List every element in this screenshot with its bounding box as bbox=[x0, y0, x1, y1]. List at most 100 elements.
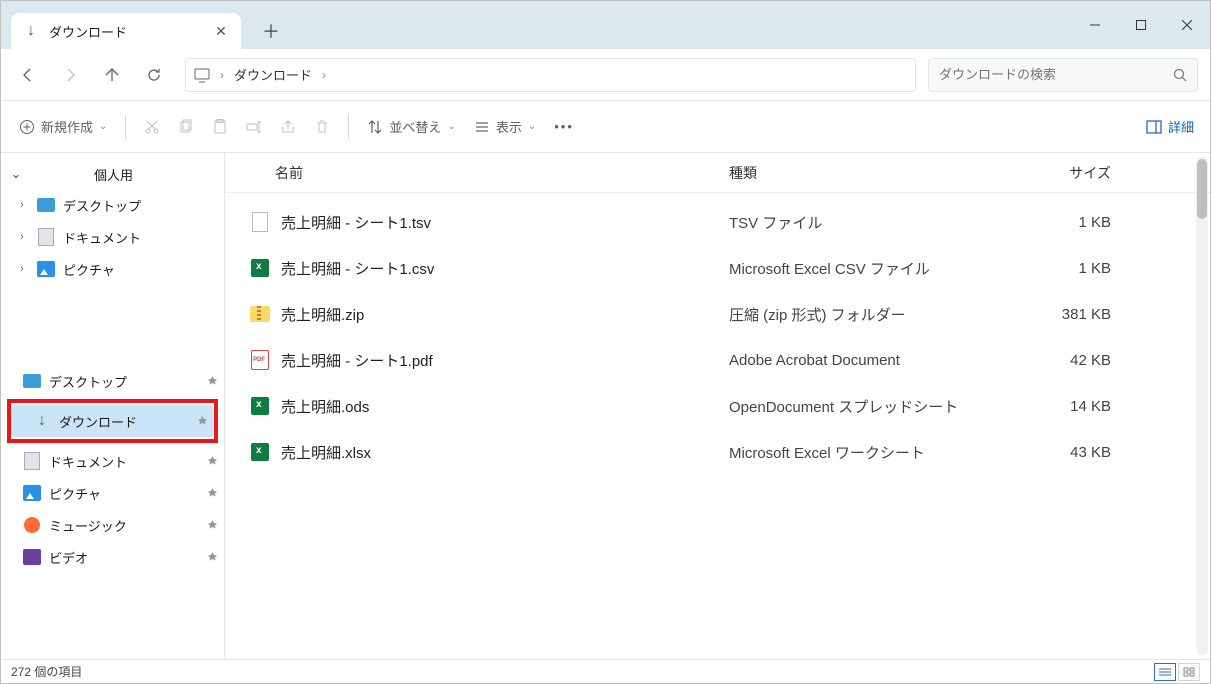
pin-icon bbox=[207, 488, 218, 499]
file-type: Microsoft Excel ワークシート bbox=[729, 442, 1019, 463]
clipboard-icon bbox=[212, 119, 228, 135]
sidebar-quick-music[interactable]: ミュージック bbox=[1, 509, 224, 541]
sidebar-section-personal[interactable]: ⌄ 個人用 bbox=[1, 159, 224, 189]
window-controls bbox=[1072, 1, 1210, 49]
ellipsis-icon: ••• bbox=[554, 119, 574, 134]
desktop-icon bbox=[37, 198, 55, 212]
item-count-label: 272 個の項目 bbox=[11, 663, 82, 680]
new-button[interactable]: 新規作成 ⌄ bbox=[11, 109, 115, 145]
sidebar-item-label: ドキュメント bbox=[63, 228, 141, 247]
paste-button[interactable] bbox=[204, 109, 236, 145]
search-input[interactable] bbox=[939, 67, 1173, 82]
add-tab-button[interactable]: ＋ bbox=[253, 13, 289, 49]
chevron-down-icon: ⌄ bbox=[447, 121, 455, 132]
sidebar-item-label: ミュージック bbox=[49, 516, 127, 535]
close-window-button[interactable] bbox=[1164, 1, 1210, 49]
sidebar-quick-picture[interactable]: ピクチャ bbox=[1, 477, 224, 509]
sidebar-item-label: デスクトップ bbox=[49, 372, 127, 391]
video-icon bbox=[23, 549, 41, 565]
sidebar-quick-desktop[interactable]: デスクトップ bbox=[1, 365, 224, 397]
chevron-right-icon: › bbox=[15, 231, 29, 243]
breadcrumb-item[interactable]: ダウンロード bbox=[234, 65, 312, 84]
pin-icon bbox=[207, 520, 218, 531]
details-pane-button[interactable]: 詳細 bbox=[1140, 117, 1200, 136]
sort-button-label: 並べ替え bbox=[389, 117, 441, 136]
plus-circle-icon bbox=[19, 119, 35, 135]
file-row[interactable]: 売上明細.odsOpenDocument スプレッドシート14 KB bbox=[249, 383, 1186, 429]
refresh-button[interactable] bbox=[135, 56, 173, 94]
file-row[interactable]: 売上明細 - シート1.csvMicrosoft Excel CSV ファイル1… bbox=[249, 245, 1186, 291]
file-name: 売上明細.ods bbox=[281, 396, 729, 417]
delete-button[interactable] bbox=[306, 109, 338, 145]
sort-button[interactable]: 並べ替え ⌄ bbox=[359, 109, 463, 145]
sidebar-item-label: ビデオ bbox=[49, 548, 88, 567]
copy-icon bbox=[178, 119, 194, 135]
breadcrumb[interactable]: › ダウンロード › bbox=[185, 58, 916, 92]
file-icon bbox=[252, 212, 268, 232]
scissors-icon bbox=[144, 119, 160, 135]
excel-icon bbox=[251, 443, 269, 461]
file-row[interactable]: 売上明細.xlsxMicrosoft Excel ワークシート43 KB bbox=[249, 429, 1186, 475]
file-type: Adobe Acrobat Document bbox=[729, 352, 1019, 369]
file-row[interactable]: 売上明細.zip圧縮 (zip 形式) フォルダー381 KB bbox=[249, 291, 1186, 337]
navigation-sidebar: ⌄ 個人用 ›デスクトップ›ドキュメント›ピクチャ デスクトップ↓ダウンロードド… bbox=[1, 153, 225, 659]
separator bbox=[348, 115, 349, 139]
cut-button[interactable] bbox=[136, 109, 168, 145]
search-box[interactable] bbox=[928, 58, 1198, 92]
download-icon: ↓ bbox=[38, 412, 46, 430]
up-button[interactable] bbox=[93, 56, 131, 94]
minimize-button[interactable] bbox=[1072, 1, 1118, 49]
file-row[interactable]: 売上明細 - シート1.pdfAdobe Acrobat Document42 … bbox=[249, 337, 1186, 383]
file-size: 1 KB bbox=[1019, 214, 1119, 231]
file-type: OpenDocument スプレッドシート bbox=[729, 396, 1019, 417]
sidebar-item-picture[interactable]: ›ピクチャ bbox=[9, 253, 224, 285]
file-type: 圧縮 (zip 形式) フォルダー bbox=[729, 304, 1019, 325]
thumbnails-view-toggle[interactable] bbox=[1178, 663, 1200, 681]
window-tab[interactable]: ↓ ダウンロード ✕ bbox=[11, 13, 241, 49]
scrollbar-thumb[interactable] bbox=[1197, 159, 1207, 219]
excel-icon bbox=[251, 397, 269, 415]
sidebar-item-desktop[interactable]: ›デスクトップ bbox=[9, 189, 224, 221]
file-list-area: 名前 種類 サイズ 売上明細 - シート1.tsvTSV ファイル1 KB売上明… bbox=[225, 153, 1210, 659]
navigation-bar: › ダウンロード › bbox=[1, 49, 1210, 101]
column-headers: 名前 種類 サイズ bbox=[225, 153, 1210, 193]
back-button[interactable] bbox=[9, 56, 47, 94]
chevron-right-icon: › bbox=[220, 68, 224, 82]
picture-icon bbox=[37, 261, 55, 277]
file-type: Microsoft Excel CSV ファイル bbox=[729, 258, 1019, 279]
column-header-type[interactable]: 種類 bbox=[729, 163, 1019, 183]
zip-folder-icon bbox=[250, 306, 270, 322]
file-size: 42 KB bbox=[1019, 352, 1119, 369]
file-name: 売上明細 - シート1.tsv bbox=[281, 212, 729, 233]
column-header-name[interactable]: 名前 bbox=[249, 163, 729, 183]
sidebar-quick-download[interactable]: ↓ダウンロード bbox=[11, 405, 214, 437]
view-button[interactable]: 表示 ⌄ bbox=[466, 109, 544, 145]
excel-icon bbox=[251, 259, 269, 277]
close-tab-button[interactable]: ✕ bbox=[213, 23, 229, 39]
details-view-toggle[interactable] bbox=[1154, 663, 1176, 681]
share-button[interactable] bbox=[272, 109, 304, 145]
copy-button[interactable] bbox=[170, 109, 202, 145]
details-icon bbox=[1146, 119, 1162, 135]
rename-button[interactable] bbox=[238, 109, 270, 145]
download-icon: ↓ bbox=[23, 23, 39, 39]
file-size: 43 KB bbox=[1019, 444, 1119, 461]
file-size: 381 KB bbox=[1019, 306, 1119, 323]
sidebar-quick-video[interactable]: ビデオ bbox=[1, 541, 224, 573]
sidebar-item-document[interactable]: › ドキュメント bbox=[9, 221, 224, 253]
file-type: TSV ファイル bbox=[729, 212, 1019, 233]
vertical-scrollbar[interactable] bbox=[1196, 157, 1208, 655]
forward-button[interactable] bbox=[51, 56, 89, 94]
file-size: 14 KB bbox=[1019, 398, 1119, 415]
maximize-button[interactable] bbox=[1118, 1, 1164, 49]
column-header-size[interactable]: サイズ bbox=[1019, 163, 1119, 183]
sidebar-item-label: ピクチャ bbox=[63, 260, 115, 279]
sidebar-quick-document[interactable]: ドキュメント bbox=[1, 445, 224, 477]
more-button[interactable]: ••• bbox=[546, 109, 582, 145]
file-row[interactable]: 売上明細 - シート1.tsvTSV ファイル1 KB bbox=[249, 199, 1186, 245]
chevron-right-icon: › bbox=[322, 68, 326, 82]
details-button-label: 詳細 bbox=[1168, 117, 1194, 136]
document-icon bbox=[38, 228, 54, 246]
file-size: 1 KB bbox=[1019, 260, 1119, 277]
file-name: 売上明細.xlsx bbox=[281, 442, 729, 463]
